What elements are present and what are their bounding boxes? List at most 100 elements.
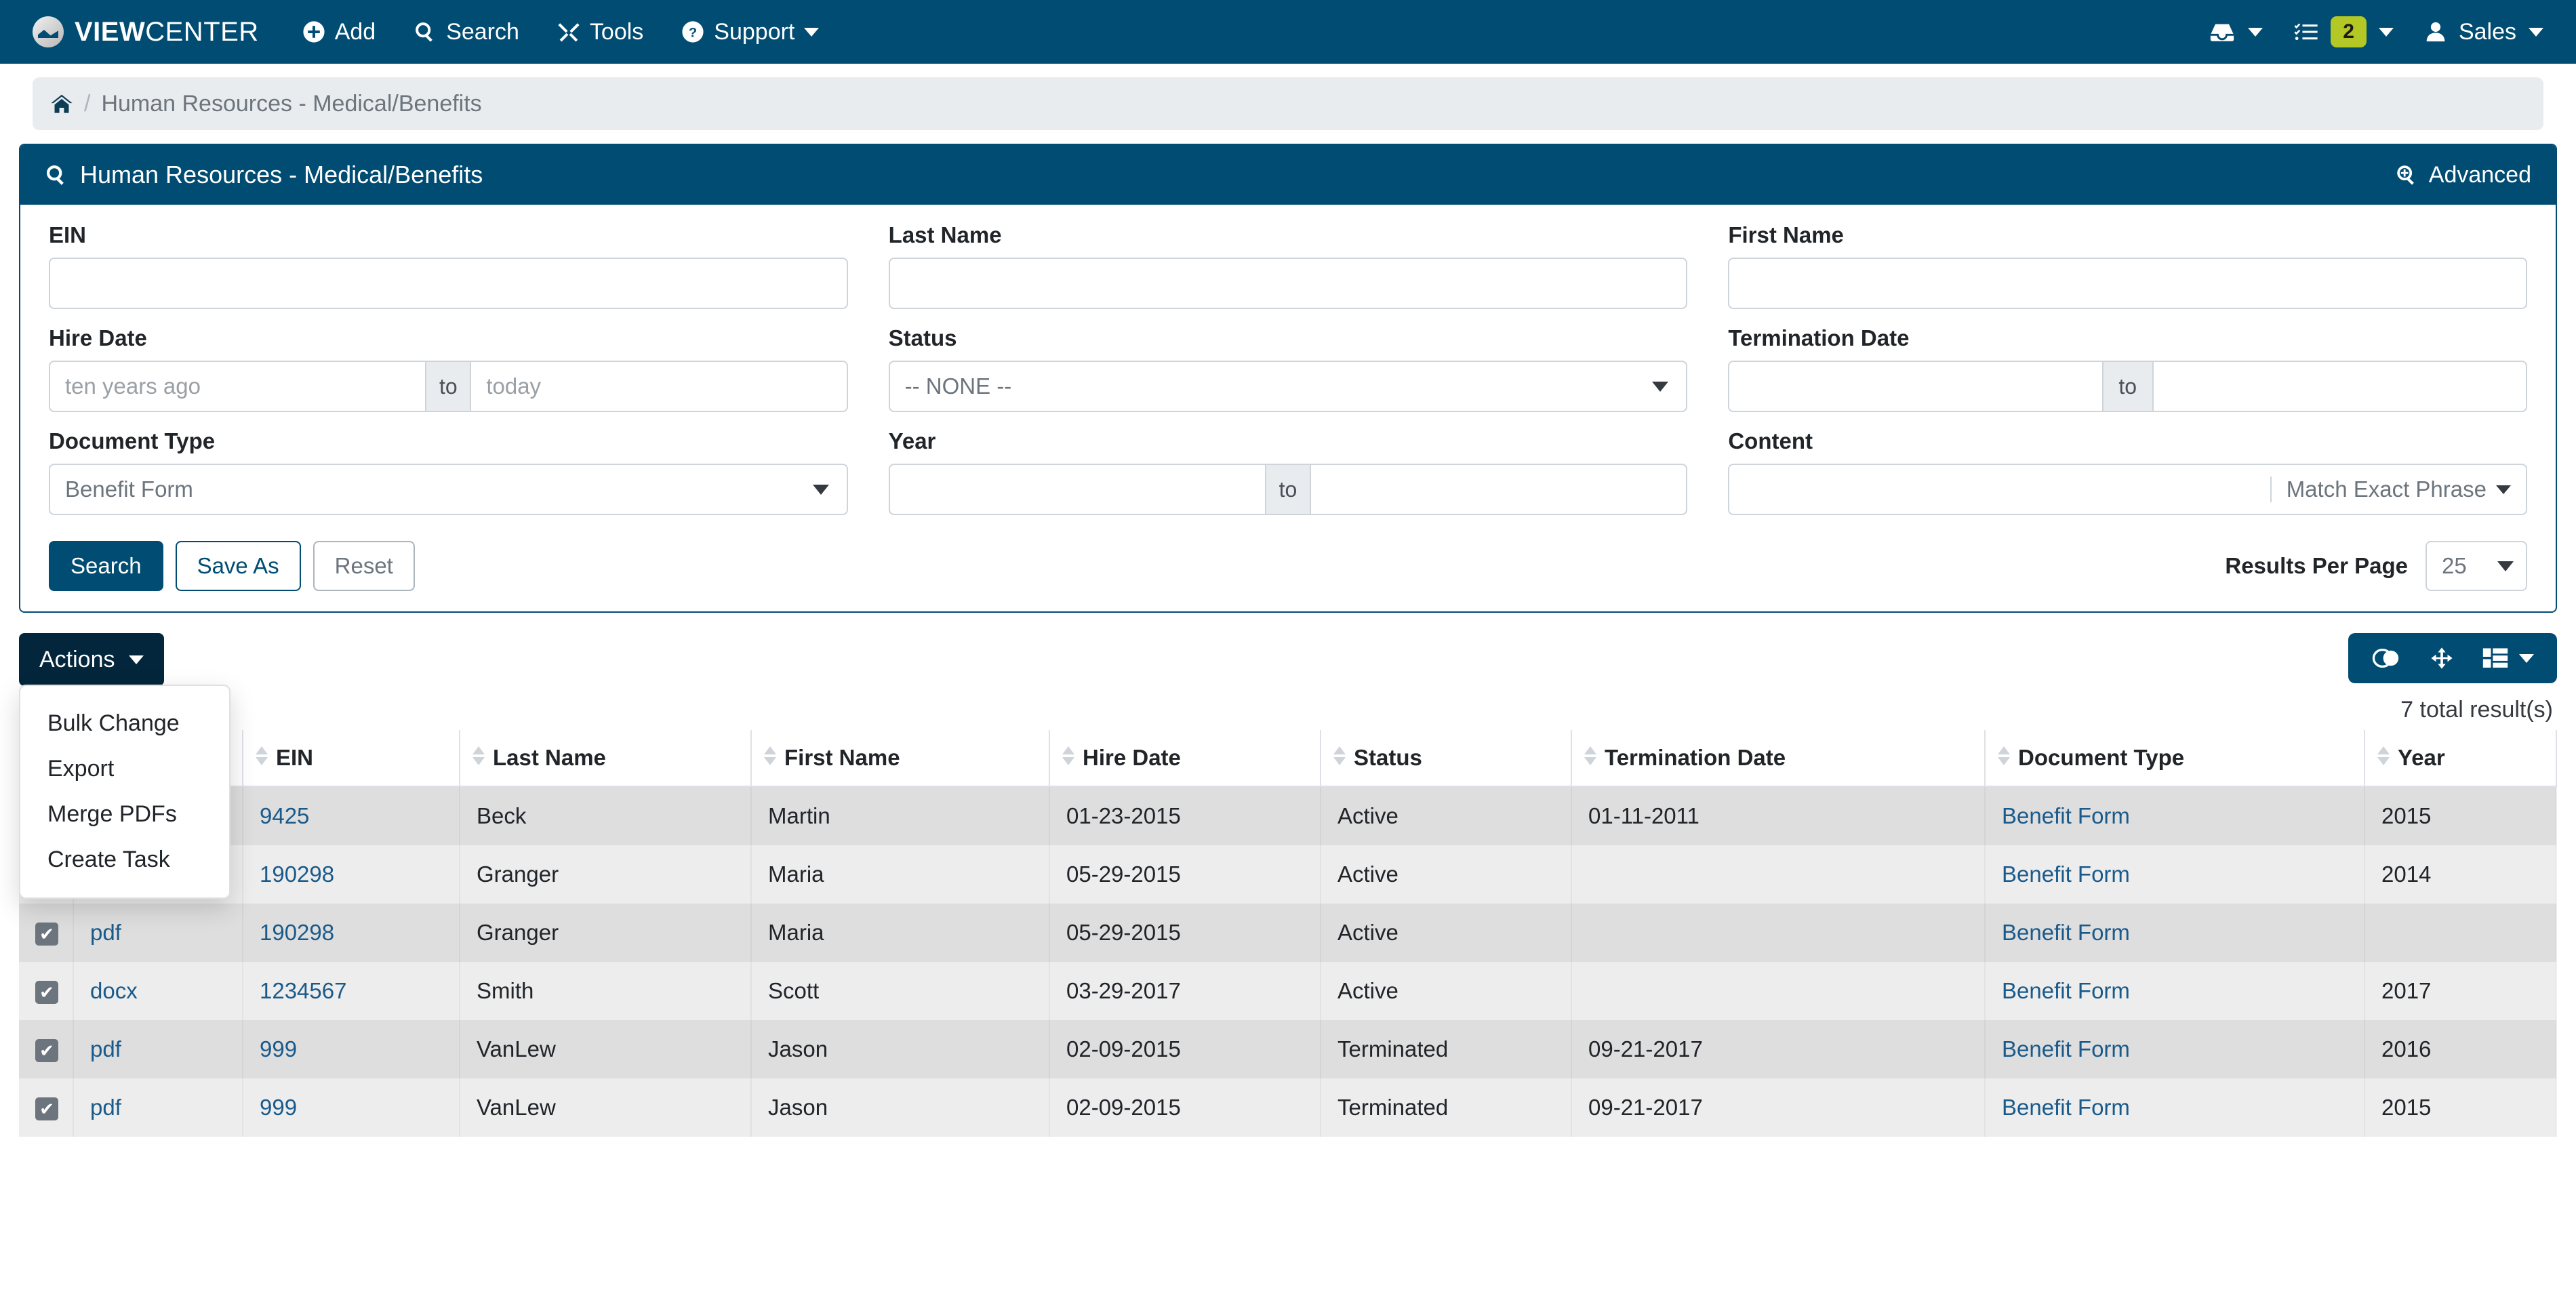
ein-link[interactable]: 9425 [260, 803, 309, 828]
results-per-page-select[interactable]: 25 [2426, 541, 2527, 591]
ein-link[interactable]: 999 [260, 1095, 297, 1120]
last-name-input[interactable] [889, 259, 1687, 308]
brand-title: VIEWCENTER [75, 17, 259, 47]
field-last-name: Last Name [888, 222, 1688, 309]
document-type-link[interactable]: Benefit Form [2002, 862, 2130, 887]
row-document-type-cell[interactable]: Benefit Form [1985, 1078, 2365, 1137]
row-hire-date-cell: 05-29-2015 [1049, 904, 1321, 962]
document-type-select[interactable]: Benefit Form [49, 464, 848, 515]
nav-item-inbox[interactable] [2209, 20, 2263, 43]
termination-date-to-input[interactable] [2153, 362, 2526, 411]
row-document-type-cell[interactable]: Benefit Form [1985, 904, 2365, 962]
col-header-year[interactable]: Year [2364, 730, 2557, 787]
search-button[interactable]: Search [49, 541, 163, 591]
row-checkbox-cell[interactable]: ✔ [19, 904, 74, 962]
nav-item-support[interactable]: ? Support [681, 19, 820, 45]
col-header-document-type[interactable]: Document Type [1985, 730, 2365, 787]
content-match-mode-value: Match Exact Phrase [2286, 477, 2487, 502]
home-icon[interactable] [50, 92, 73, 115]
hire-date-from-input[interactable] [50, 362, 426, 411]
reset-button[interactable]: Reset [313, 541, 415, 591]
col-header-termination-date[interactable]: Termination Date [1571, 730, 1986, 787]
actions-menu-item-merge-pdfs[interactable]: Merge PDFs [20, 792, 229, 837]
nav-item-user[interactable]: Sales [2425, 19, 2543, 45]
results-per-page-label: Results Per Page [2225, 553, 2408, 578]
col-header-ein[interactable]: EIN [243, 730, 460, 787]
col-header-last-name[interactable]: Last Name [460, 730, 752, 787]
user-icon [2425, 20, 2447, 43]
table-row[interactable]: ✔pdf9425BeckMartin01-23-2015Active01-11-… [19, 786, 2557, 845]
col-header-status[interactable]: Status [1321, 730, 1572, 787]
row-document-type-cell[interactable]: Benefit Form [1985, 1020, 2365, 1078]
document-type-link[interactable]: Benefit Form [2002, 1036, 2130, 1061]
brand-logo-group[interactable]: VIEWCENTER [33, 16, 259, 47]
viewcenter-logo-icon [33, 16, 64, 47]
row-file-type-cell[interactable]: pdf [73, 1078, 243, 1137]
content-input[interactable] [1729, 477, 2270, 502]
row-file-type-cell[interactable]: pdf [73, 1020, 243, 1078]
file-type-link[interactable]: pdf [90, 920, 121, 945]
row-ein-cell[interactable]: 999 [243, 1078, 460, 1137]
ein-link[interactable]: 190298 [260, 920, 334, 945]
termination-date-from-input[interactable] [1729, 362, 2102, 411]
advanced-search-button[interactable]: Advanced [2395, 162, 2531, 188]
document-type-link[interactable]: Benefit Form [2002, 978, 2130, 1003]
actions-menu-item-bulk-change[interactable]: Bulk Change [20, 701, 229, 746]
nav-item-add[interactable]: Add [302, 19, 376, 45]
row-ein-cell[interactable]: 9425 [243, 786, 460, 845]
ein-input[interactable] [50, 259, 847, 308]
table-row[interactable]: ✔ pdf 999 VanLew Jason 02-09-2015 Terminated 09… [19, 1020, 2557, 1078]
status-select[interactable]: -- NONE -- [888, 361, 1688, 412]
actions-menu-item-create-task[interactable]: Create Task [20, 837, 229, 883]
row-ein-cell[interactable]: 999 [243, 1020, 460, 1078]
year-to-input[interactable] [1311, 465, 1687, 514]
first-name-input[interactable] [1729, 259, 2526, 308]
nav-item-tasks[interactable]: 2 [2294, 16, 2394, 47]
row-document-type-cell[interactable]: Benefit Form [1985, 962, 2365, 1020]
table-row[interactable]: ✔ docx 1234567 Smith Scott 03-29-2017 Active Be… [19, 962, 2557, 1020]
move-arrows-icon[interactable] [2430, 647, 2454, 670]
row-checkbox[interactable]: ✔ [35, 981, 58, 1004]
hire-date-to-input[interactable] [471, 362, 847, 411]
table-row[interactable]: ✔pdf190298GrangerMaria05-29-2015ActiveBe… [19, 845, 2557, 904]
breadcrumb-container: / Human Resources - Medical/Benefits [0, 64, 2576, 136]
col-header-first-name[interactable]: First Name [751, 730, 1050, 787]
row-ein-cell[interactable]: 1234567 [243, 962, 460, 1020]
row-ein-cell[interactable]: 190298 [243, 904, 460, 962]
row-last-name-cell: VanLew [460, 1020, 752, 1078]
col-header-hire-date[interactable]: Hire Date [1049, 730, 1321, 787]
toggle-overlap-icon[interactable] [2371, 647, 2401, 670]
table-layout-icon[interactable] [2482, 647, 2534, 669]
row-checkbox[interactable]: ✔ [35, 1039, 58, 1062]
file-type-link[interactable]: pdf [90, 1095, 121, 1120]
ein-link[interactable]: 999 [260, 1036, 297, 1061]
ein-link[interactable]: 190298 [260, 862, 334, 887]
row-checkbox-cell[interactable]: ✔ [19, 962, 74, 1020]
row-file-type-cell[interactable]: pdf [73, 904, 243, 962]
table-row[interactable]: ✔ pdf 999 VanLew Jason 02-09-2015 Terminated 09… [19, 1078, 2557, 1137]
actions-button[interactable]: Actions [19, 633, 164, 686]
file-type-link[interactable]: pdf [90, 1036, 121, 1061]
row-checkbox-cell[interactable]: ✔ [19, 1020, 74, 1078]
table-row[interactable]: ✔pdf190298GrangerMaria05-29-2015ActiveBe… [19, 904, 2557, 962]
row-document-type-cell[interactable]: Benefit Form [1985, 786, 2365, 845]
actions-menu-item-export[interactable]: Export [20, 746, 229, 792]
content-match-mode-select[interactable]: Match Exact Phrase [2270, 477, 2526, 502]
row-document-type-cell[interactable]: Benefit Form [1985, 845, 2365, 904]
document-type-link[interactable]: Benefit Form [2002, 920, 2130, 945]
nav-item-search[interactable]: Search [414, 19, 519, 45]
document-type-link[interactable]: Benefit Form [2002, 803, 2130, 828]
row-file-type-cell[interactable]: docx [73, 962, 243, 1020]
document-type-link[interactable]: Benefit Form [2002, 1095, 2130, 1120]
row-checkbox[interactable]: ✔ [35, 923, 58, 946]
year-from-input[interactable] [889, 465, 1265, 514]
file-type-link[interactable]: docx [90, 978, 138, 1003]
row-checkbox[interactable]: ✔ [35, 1097, 58, 1120]
last-name-input-wrap [888, 258, 1688, 309]
row-ein-cell[interactable]: 190298 [243, 845, 460, 904]
save-as-button[interactable]: Save As [175, 541, 301, 591]
row-checkbox-cell[interactable]: ✔ [19, 1078, 74, 1137]
nav-item-tools[interactable]: Tools [557, 19, 643, 45]
ein-link[interactable]: 1234567 [260, 978, 346, 1003]
view-tools-group [2348, 633, 2557, 683]
